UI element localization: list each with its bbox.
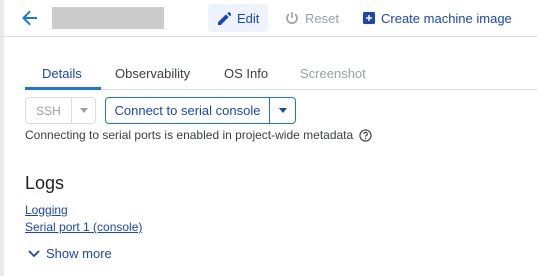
show-more-button[interactable]: Show more bbox=[28, 246, 112, 261]
logging-link[interactable]: Logging bbox=[25, 203, 68, 217]
create-machine-image-label: Create machine image bbox=[381, 10, 512, 26]
caret-down-icon bbox=[79, 108, 88, 113]
active-tab-indicator bbox=[25, 87, 101, 90]
serial-port-1-link[interactable]: Serial port 1 (console) bbox=[25, 220, 142, 234]
tab-observability[interactable]: Observability bbox=[115, 66, 190, 81]
tab-details[interactable]: Details bbox=[42, 66, 82, 81]
create-machine-image-button[interactable]: Create machine image bbox=[363, 4, 512, 32]
serial-ports-info-text: Connecting to serial ports is enabled in… bbox=[25, 128, 354, 142]
ssh-button[interactable]: SSH bbox=[26, 98, 72, 123]
chevron-down-icon bbox=[28, 249, 40, 258]
page-header: Edit Reset Create machine image bbox=[0, 0, 537, 37]
edit-button[interactable]: Edit bbox=[208, 4, 268, 32]
left-edge-bar bbox=[0, 0, 4, 276]
reset-button[interactable]: Reset bbox=[285, 4, 339, 32]
serial-console-split-button: Connect to serial console bbox=[105, 97, 296, 124]
ssh-dropdown-button[interactable] bbox=[72, 98, 95, 123]
add-box-icon bbox=[363, 12, 375, 24]
back-button[interactable] bbox=[19, 8, 41, 28]
tab-bar: Details Observability OS Info Screenshot bbox=[25, 58, 537, 90]
pencil-icon bbox=[218, 11, 231, 25]
tab-screenshot[interactable]: Screenshot bbox=[300, 66, 366, 81]
edit-label: Edit bbox=[237, 10, 260, 26]
arrow-back-icon bbox=[22, 10, 37, 26]
help-icon[interactable] bbox=[359, 128, 372, 142]
serial-ports-info: Connecting to serial ports is enabled in… bbox=[25, 128, 372, 142]
tab-os-info[interactable]: OS Info bbox=[224, 66, 268, 81]
resource-name-redacted bbox=[52, 7, 164, 29]
caret-down-icon bbox=[278, 108, 287, 113]
reset-label: Reset bbox=[305, 10, 339, 26]
ssh-split-button: SSH bbox=[25, 97, 96, 124]
serial-console-dropdown-button[interactable] bbox=[270, 98, 295, 123]
power-icon bbox=[285, 11, 299, 25]
connect-serial-console-button[interactable]: Connect to serial console bbox=[106, 98, 270, 123]
logs-heading: Logs bbox=[25, 173, 65, 193]
show-more-label: Show more bbox=[46, 246, 112, 261]
